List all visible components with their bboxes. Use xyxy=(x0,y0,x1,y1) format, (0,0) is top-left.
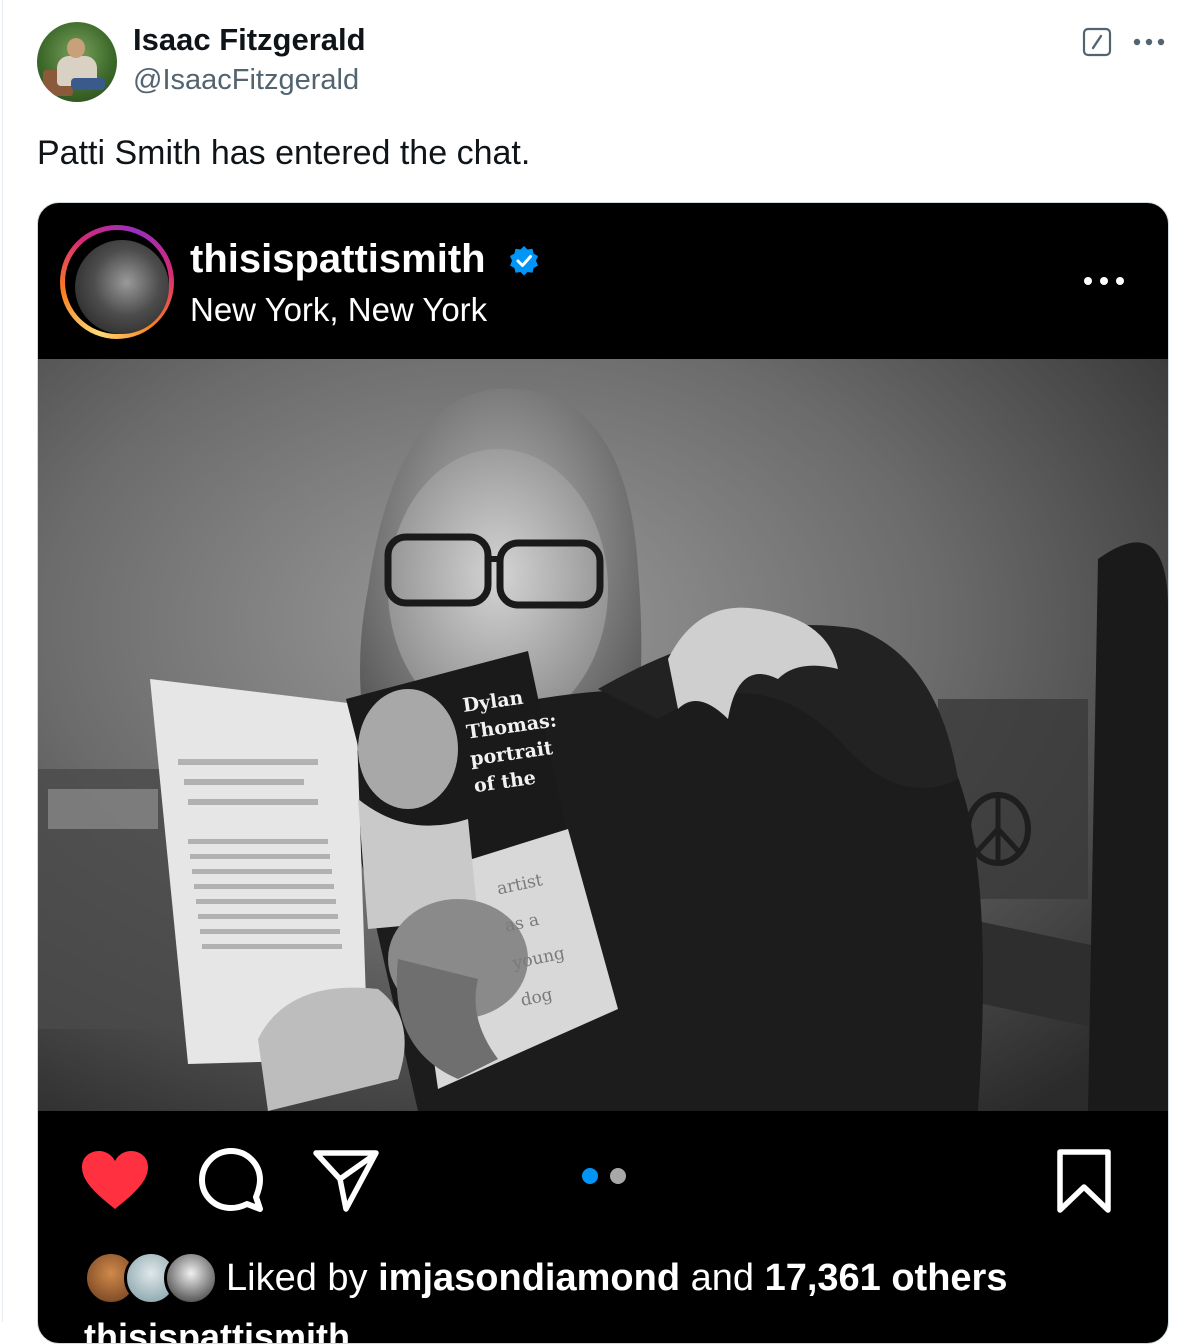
avatar-person-head xyxy=(67,38,85,58)
post-photo[interactable]: Dylan Thomas: portrait of the artist as … xyxy=(38,359,1168,1111)
liker-avatar xyxy=(164,1251,218,1305)
send-icon[interactable] xyxy=(312,1147,380,1213)
avatar-person-legs xyxy=(71,78,105,90)
caption-peek: thisispattismith xyxy=(84,1313,784,1344)
story-ring[interactable] xyxy=(60,225,174,339)
likes-others[interactable]: 17,361 others xyxy=(765,1257,1008,1299)
author-avatar[interactable] xyxy=(37,22,117,102)
carousel-dot xyxy=(610,1168,626,1184)
author-handle[interactable]: @IsaacFitzgerald xyxy=(133,64,359,97)
verified-badge-icon xyxy=(510,246,538,276)
liker-avatars[interactable] xyxy=(84,1249,218,1305)
bookmark-icon[interactable] xyxy=(1056,1149,1112,1213)
likes-joiner: and xyxy=(690,1257,754,1299)
tweet-text: Patti Smith has entered the chat. xyxy=(37,134,531,172)
author-display-name[interactable]: Isaac Fitzgerald xyxy=(133,22,366,58)
edit-square-icon[interactable] xyxy=(1082,27,1112,57)
ig-username[interactable]: thisispattismith xyxy=(190,237,486,282)
ig-profile-avatar xyxy=(75,240,169,334)
comment-icon[interactable] xyxy=(198,1147,264,1213)
likes-summary[interactable]: Liked by imjasondiamond and 17,361 other… xyxy=(226,1257,1007,1300)
more-horizontal-icon[interactable] xyxy=(1132,34,1166,50)
ig-more-icon[interactable] xyxy=(1080,273,1128,289)
ig-location[interactable]: New York, New York xyxy=(190,291,487,329)
likes-user[interactable]: imjasondiamond xyxy=(378,1257,680,1299)
book-cover-title: Dylan Thomas: portrait of the xyxy=(461,678,585,800)
carousel-dot-active xyxy=(582,1168,598,1184)
caption-peek-username[interactable]: thisispattismith xyxy=(84,1319,350,1344)
carousel-indicator xyxy=(582,1168,626,1184)
likes-prefix: Liked by xyxy=(226,1257,368,1299)
embedded-media-card[interactable]: thisispattismith New York, New York Dyla… xyxy=(37,202,1169,1344)
timeline-border xyxy=(2,0,3,1322)
heart-icon[interactable] xyxy=(80,1149,150,1211)
